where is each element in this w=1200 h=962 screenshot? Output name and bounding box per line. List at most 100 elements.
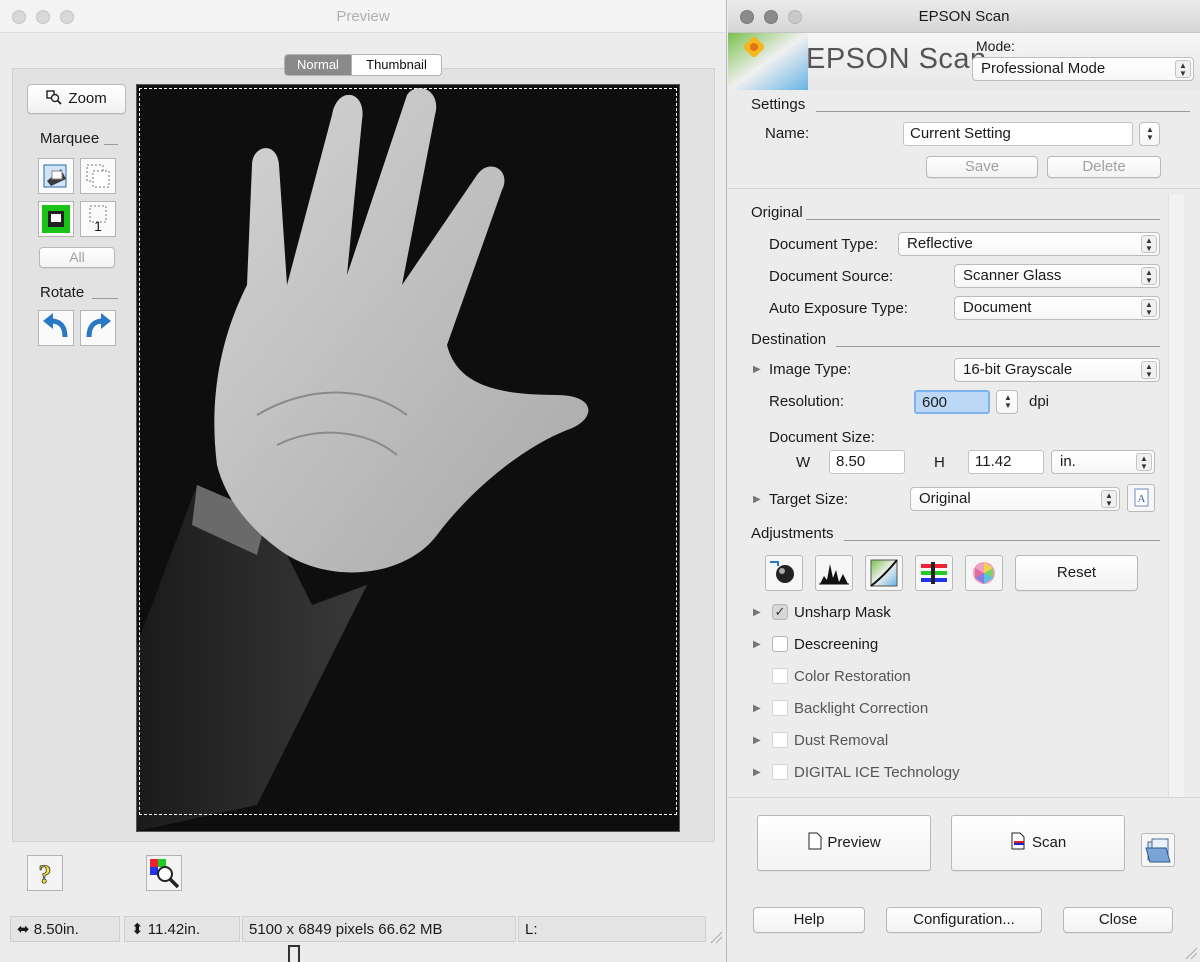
rotate-right-button[interactable] <box>80 310 116 346</box>
configuration-button[interactable]: Configuration... <box>886 907 1042 933</box>
preview-button[interactable]: Preview <box>757 815 931 871</box>
save-button[interactable]: Save <box>926 156 1038 178</box>
backlight-correction-disclosure-icon[interactable]: ▶ <box>753 703 761 714</box>
zoom-button[interactable]: Zoom <box>27 84 126 114</box>
status-level: L: <box>518 916 706 942</box>
resolution-stepper[interactable]: ▲ ▼ <box>996 390 1018 414</box>
zoom-window-button[interactable] <box>60 10 74 24</box>
color-palette-button[interactable] <box>965 555 1003 591</box>
preview-window: Preview Normal Thumbnail Zoom Marquee 1 … <box>0 0 727 962</box>
mode-select[interactable]: Professional Mode ▲ ▼ <box>972 57 1194 81</box>
epson-resize-grip-icon[interactable] <box>1182 944 1198 960</box>
rotate-left-button[interactable] <box>38 310 74 346</box>
setting-name-field[interactable]: Current Setting <box>903 122 1133 146</box>
svg-text:?: ? <box>39 860 52 889</box>
resolution-field[interactable]: 600 <box>914 390 990 414</box>
color-magnifier-icon <box>150 859 180 889</box>
auto-exposure-select[interactable]: Document ▲ ▼ <box>954 296 1160 320</box>
tone-correction-button[interactable] <box>865 555 903 591</box>
color-restoration-label: Color Restoration <box>794 668 911 685</box>
target-size-disclosure-icon[interactable]: ▶ <box>753 494 761 505</box>
backlight-correction-checkbox[interactable] <box>772 700 788 716</box>
density-magnifier-button[interactable] <box>146 855 182 891</box>
settings-scrollbar[interactable] <box>1168 194 1184 798</box>
delete-marquee-button[interactable]: 1 <box>80 201 116 237</box>
view-tabs: Normal Thumbnail <box>284 54 442 76</box>
unsharp-mask-checkbox[interactable]: ✓ <box>772 604 788 620</box>
copy-marquee-button[interactable] <box>80 158 116 194</box>
zoom-label: Zoom <box>68 90 107 107</box>
color-wheel-icon <box>973 562 995 584</box>
auto-locate-marquee-button[interactable] <box>38 158 74 194</box>
zoom-magnifier-icon <box>46 90 62 105</box>
minimize-window-button[interactable] <box>764 10 778 24</box>
image-type-disclosure-icon[interactable]: ▶ <box>753 364 761 375</box>
close-window-button[interactable] <box>740 10 754 24</box>
zoom-window-button[interactable] <box>788 10 802 24</box>
document-type-select[interactable]: Reflective ▲ ▼ <box>898 232 1160 256</box>
destination-divider <box>836 346 1160 347</box>
image-adjustment-button[interactable] <box>915 555 953 591</box>
status-pixels: 5100 x 6849 pixels 66.62 MB <box>242 916 516 942</box>
minimize-window-button[interactable] <box>36 10 50 24</box>
color-restoration-checkbox[interactable] <box>772 668 788 684</box>
histogram-adjustment-button[interactable] <box>765 555 803 591</box>
delete-button[interactable]: Delete <box>1047 156 1161 178</box>
close-window-button[interactable] <box>12 10 26 24</box>
document-width-field[interactable]: 8.50 <box>829 450 905 474</box>
mode-label: Mode: <box>976 38 1015 54</box>
status-width-value: 8.50in. <box>33 921 79 938</box>
image-type-label: Image Type: <box>769 361 852 378</box>
image-type-stepper-icon: ▲ ▼ <box>1141 361 1157 379</box>
width-arrows-icon: ⬌ <box>17 921 30 938</box>
descreening-checkbox[interactable] <box>772 636 788 652</box>
file-save-settings-button[interactable] <box>1141 833 1175 867</box>
image-type-select[interactable]: 16-bit Grayscale ▲ ▼ <box>954 358 1160 382</box>
all-marquee-button[interactable]: All <box>39 247 115 268</box>
orientation-button[interactable]: A <box>1127 484 1155 512</box>
height-arrows-icon: ⬍ <box>131 921 144 938</box>
target-size-select[interactable]: Original ▲ ▼ <box>910 487 1120 511</box>
select-marquee-button[interactable] <box>38 201 74 237</box>
settings-section-label: Settings <box>751 96 806 113</box>
scan-button[interactable]: Scan <box>951 815 1125 871</box>
document-height-field[interactable]: 11.42 <box>968 450 1044 474</box>
original-section-label: Original <box>751 204 803 221</box>
resize-grip-icon[interactable] <box>707 928 723 944</box>
destination-section-label: Destination <box>751 331 827 348</box>
resolution-stepper-icon: ▲ ▼ <box>1004 393 1012 410</box>
digital-ice-checkbox[interactable] <box>772 764 788 780</box>
document-source-label: Document Source: <box>769 268 894 285</box>
scan-preview-image[interactable] <box>136 84 680 832</box>
document-size-label: Document Size: <box>769 429 875 446</box>
help-icon-button[interactable]: ? <box>27 855 63 891</box>
setting-name-stepper[interactable]: ▲ ▼ <box>1139 122 1160 146</box>
epson-flower-logo-icon <box>728 33 808 90</box>
dust-removal-checkbox[interactable] <box>772 732 788 748</box>
resolution-label: Resolution: <box>769 393 845 410</box>
size-unit-value: in. <box>1060 453 1076 470</box>
height-label: H <box>934 454 945 471</box>
color-sliders-icon <box>921 562 947 584</box>
marquee-label: Marquee <box>40 130 100 147</box>
histogram-button[interactable] <box>815 555 853 591</box>
adjustments-section-label: Adjustments <box>751 525 834 542</box>
target-size-label: Target Size: <box>769 491 849 508</box>
document-source-select[interactable]: Scanner Glass ▲ ▼ <box>954 264 1160 288</box>
close-button[interactable]: Close <box>1063 907 1173 933</box>
rotate-left-icon <box>43 313 68 338</box>
digital-ice-disclosure-icon[interactable]: ▶ <box>753 767 761 778</box>
dust-removal-disclosure-icon[interactable]: ▶ <box>753 735 761 746</box>
reset-button[interactable]: Reset <box>1015 555 1138 591</box>
tab-normal[interactable]: Normal <box>285 55 351 75</box>
status-height-value: 11.42in. <box>147 921 201 938</box>
document-type-stepper-icon: ▲ ▼ <box>1141 235 1157 253</box>
descreening-disclosure-icon[interactable]: ▶ <box>753 639 761 650</box>
dpi-label: dpi <box>1029 393 1050 410</box>
help-button[interactable]: Help <box>753 907 865 933</box>
window-edge-handle <box>288 945 300 962</box>
size-unit-select[interactable]: in. ▲ ▼ <box>1051 450 1155 474</box>
scan-marquee[interactable] <box>139 88 677 815</box>
tab-thumbnail[interactable]: Thumbnail <box>351 55 441 75</box>
unsharp-mask-disclosure-icon[interactable]: ▶ <box>753 607 761 618</box>
